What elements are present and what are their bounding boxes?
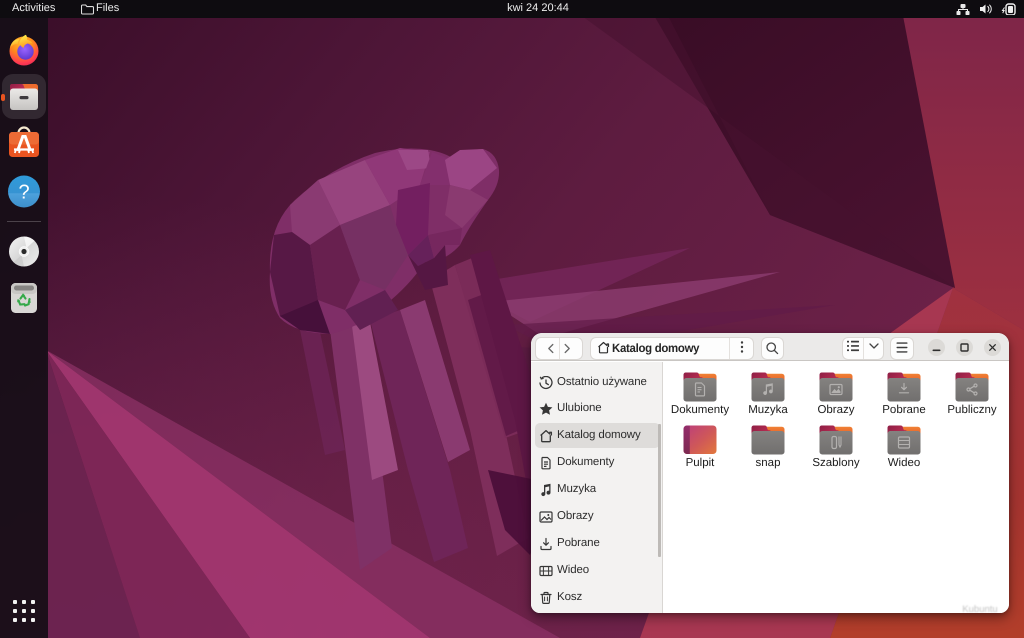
svg-text:?: ? <box>18 182 29 204</box>
